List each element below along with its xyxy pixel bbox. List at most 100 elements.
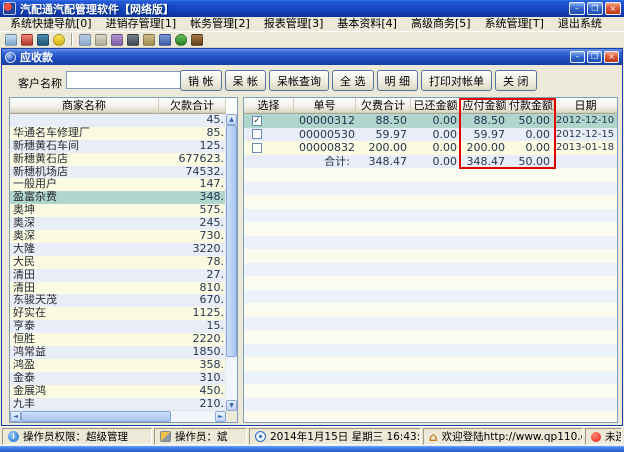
receivable-row[interactable]: ✓0000031288.500.0088.5050.002012-12-10 1… <box>244 114 617 128</box>
dialog-close-button[interactable]: × <box>604 51 619 63</box>
detail-button[interactable]: 明 细 <box>377 70 419 91</box>
scroll-up-icon[interactable]: ▲ <box>226 114 237 125</box>
merchant-row[interactable]: 清田810. <box>10 282 226 295</box>
column-header-select[interactable]: 选择 <box>244 98 294 114</box>
window-title: 汽配通汽配管理软件【网络版】 <box>20 1 569 17</box>
select-all-button[interactable]: 全 选 <box>332 70 374 91</box>
empty-stripe <box>244 384 617 398</box>
debt-total-cell: 450. <box>159 385 226 398</box>
order-no-cell: 00000530 <box>294 128 356 142</box>
merchant-name-cell: 金泰 <box>10 372 159 385</box>
scroll-left-icon[interactable]: ◄ <box>10 411 21 422</box>
payable-cell: 200.00 <box>461 141 509 155</box>
merchant-row[interactable]: 大隆3220. <box>10 243 226 256</box>
column-header-date[interactable]: 日期 <box>554 98 617 114</box>
column-header-payment[interactable]: 付款金额 <box>509 98 554 114</box>
mail-red-icon[interactable] <box>21 34 33 46</box>
minimize-button[interactable]: – <box>569 2 585 15</box>
windows-taskbar[interactable] <box>0 446 624 452</box>
row-checkbox[interactable] <box>252 129 262 139</box>
merchant-row[interactable]: 新穗黄石店677623. <box>10 153 226 166</box>
dialog-minimize-button[interactable]: – <box>570 51 585 63</box>
merchant-row[interactable]: 好实在1125. <box>10 307 226 320</box>
menu-item-1[interactable]: 进销存管理[1] <box>99 17 184 31</box>
merchant-row[interactable]: 奥深730. <box>10 230 226 243</box>
merchant-row[interactable]: 清田27. <box>10 269 226 282</box>
merchant-row[interactable]: 盈富杂费348. <box>10 191 226 204</box>
horizontal-scrollbar[interactable]: ◄ ► <box>10 410 226 422</box>
receivable-row[interactable]: 00000832200.000.00200.000.002013-01-18 0… <box>244 141 617 155</box>
clock-icon <box>255 431 266 442</box>
vertical-scrollbar[interactable]: ▲ ▼ <box>225 114 237 411</box>
fax-icon[interactable] <box>143 34 155 46</box>
merchant-name-cell: 新穗机场店 <box>10 166 159 179</box>
grid-icon[interactable] <box>159 34 171 46</box>
column-header-order-no[interactable]: 单号 <box>294 98 356 114</box>
merchant-row[interactable]: 大民78. <box>10 256 226 269</box>
menu-item-2[interactable]: 帐务管理[2] <box>183 17 257 31</box>
merchant-row[interactable]: 45. <box>10 114 226 127</box>
column-header-repaid[interactable]: 已还金额 <box>411 98 461 114</box>
column-header-debt-total[interactable]: 欠费合计 <box>356 98 411 114</box>
total-payable: 348.47 <box>461 155 509 169</box>
write-off-button[interactable]: 销 帐 <box>180 70 222 91</box>
merchant-name-cell: 大民 <box>10 256 159 269</box>
merchant-row[interactable]: 金泰310. <box>10 372 226 385</box>
merchant-row[interactable]: 九丰210. <box>10 398 226 411</box>
horizontal-scroll-thumb[interactable] <box>21 411 171 422</box>
column-header-debt-total[interactable]: 欠款合计 <box>159 98 226 114</box>
dialog-title: 应收款 <box>20 49 570 65</box>
menu-item-6[interactable]: 系统管理[T] <box>478 17 551 31</box>
receivable-row[interactable]: 0000053059.970.0059.970.002012-12-15 00:… <box>244 128 617 142</box>
debt-total-cell: 27. <box>159 269 226 282</box>
merchant-row[interactable]: 奥深245. <box>10 217 226 230</box>
merchant-name-cell: 鸿盈 <box>10 359 159 372</box>
print-statement-button[interactable]: 打印对帐单 <box>421 70 492 91</box>
tools-icon[interactable] <box>111 34 123 46</box>
menu-item-3[interactable]: 报表管理[3] <box>257 17 331 31</box>
operator-text: 操作员：斌 <box>175 429 228 444</box>
notebook-icon[interactable] <box>79 34 91 46</box>
menu-item-5[interactable]: 高级商务[5] <box>404 17 478 31</box>
menu-item-0[interactable]: 系统快捷导航[0] <box>3 17 99 31</box>
toolbar-separator <box>71 33 73 46</box>
scroll-right-icon[interactable]: ► <box>215 411 226 422</box>
status-connection: 未连接 <box>585 428 622 445</box>
merchant-row[interactable]: 鸿盈358. <box>10 359 226 372</box>
merchant-row[interactable]: 奥坤575. <box>10 204 226 217</box>
merchant-name-cell: 奥深 <box>10 217 159 230</box>
merchant-row[interactable]: 华通名车修理厂85. <box>10 127 226 140</box>
merchant-row[interactable]: 一般用户147. <box>10 178 226 191</box>
smiley-icon[interactable] <box>53 34 65 46</box>
bad-debt-query-button[interactable]: 呆帐查询 <box>269 70 329 91</box>
column-header-payable[interactable]: 应付金额 <box>461 98 509 114</box>
menu-item-4[interactable]: 基本资料[4] <box>330 17 404 31</box>
close-dialog-button[interactable]: 关 闭 <box>495 70 537 91</box>
bad-debt-button[interactable]: 呆 帐 <box>225 70 267 91</box>
receivables-table-body: ✓0000031288.500.0088.5050.002012-12-10 1… <box>244 114 617 155</box>
merchant-row[interactable]: 鸿常益1850. <box>10 346 226 359</box>
empty-stripe <box>244 236 617 250</box>
bank-icon[interactable] <box>37 34 49 46</box>
edit-icon[interactable] <box>95 34 107 46</box>
maximize-button[interactable]: ❐ <box>587 2 603 15</box>
menu-item-7[interactable]: 退出系统 <box>551 17 609 31</box>
print-icon[interactable] <box>5 34 17 46</box>
globe-green-icon[interactable] <box>175 34 187 46</box>
exit-icon[interactable] <box>191 34 203 46</box>
column-header-merchant-name[interactable]: 商家名称 <box>10 98 159 114</box>
merchant-debt-table: 商家名称 欠款合计 45.华通名车修理厂85.新穗黄石车间125.新穗黄石店67… <box>9 97 238 423</box>
scroll-down-icon[interactable]: ▼ <box>226 400 237 411</box>
dialog-maximize-button[interactable]: ❐ <box>587 51 602 63</box>
empty-stripe <box>244 303 617 317</box>
merchant-row[interactable]: 新穗黄石车间125. <box>10 140 226 153</box>
merchant-row[interactable]: 新穗机场店74532. <box>10 166 226 179</box>
row-checkbox[interactable] <box>252 143 262 153</box>
phone-icon[interactable] <box>127 34 139 46</box>
debt-total-cell: 88.50 <box>356 114 411 128</box>
empty-stripe <box>244 411 617 423</box>
row-checkbox[interactable]: ✓ <box>252 116 262 126</box>
close-button[interactable]: × <box>605 2 621 15</box>
merchant-row[interactable]: 金展鸿450. <box>10 385 226 398</box>
vertical-scroll-thumb[interactable] <box>226 125 237 357</box>
